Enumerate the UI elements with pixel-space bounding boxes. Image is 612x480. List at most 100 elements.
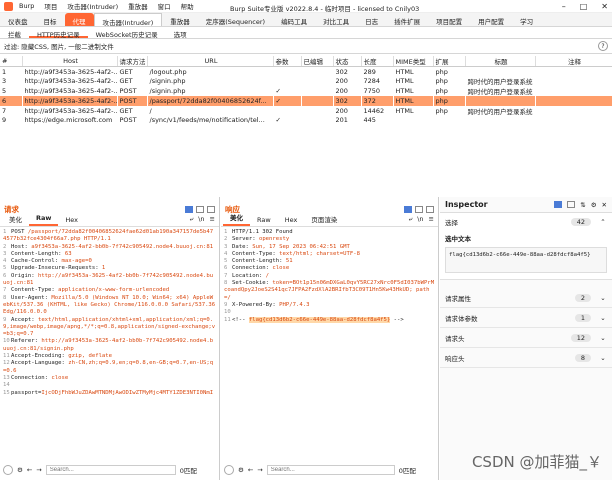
cell-edited [301,67,333,77]
col-mime[interactable]: MIME类型 [393,56,434,67]
col-title[interactable]: 标题 [465,56,536,67]
tab-extensions[interactable]: 插件扩展 [386,13,428,26]
settings-icon[interactable]: ⚙ [17,466,23,474]
selected-text-value[interactable]: flag{cd13d6b2-c66e-449e-88aa-d28fdcf8a4f… [445,247,607,273]
table-row[interactable]: 3 http://a9f3453a-3625-4af2-... GET/signin… [0,76,612,86]
tab-logger[interactable]: 日志 [357,13,386,26]
table-row[interactable]: 1 http://a9f3453a-3625-4af2-... GET/logout… [0,67,612,77]
cell-length: 7750 [363,87,381,96]
response-tab-hex[interactable]: Hex [278,216,305,226]
horizontal-view-icon[interactable] [196,205,204,213]
menu-intruder[interactable]: 攻击器(Intruder) [67,1,118,11]
col-length[interactable]: 长度 [361,56,394,67]
forward-arrow-icon[interactable]: → [257,466,262,474]
response-tab-render[interactable]: 页面渲染 [304,214,344,226]
table-row[interactable]: 5 http://a9f3453a-3625-4af2-... POST/signi… [0,86,612,96]
maximize-icon[interactable]: □ [580,2,588,11]
minimize-icon[interactable]: – [562,2,566,11]
inspector-request-headers[interactable]: 请求头 12 ⌄ [440,328,612,348]
col-method[interactable]: 请求方法 [117,56,148,67]
help-icon[interactable] [3,465,13,475]
inspector-request-attributes[interactable]: 请求属性 2 ⌄ [440,288,612,308]
table-row[interactable]: 6 http://a9f3453a-3625-4af2-... POST/passp… [0,96,612,106]
menu-repeater[interactable]: 重放器 [128,1,148,11]
selection-label[interactable]: 选择 [445,217,458,227]
layout-alt-icon[interactable] [567,200,576,208]
line-number: 11 [3,353,10,360]
menu-window[interactable]: 窗口 [158,1,171,11]
col-url[interactable]: URL [147,56,274,67]
chevron-up-icon[interactable]: ⌃ [599,218,607,226]
col-status[interactable]: 状态 [333,56,362,67]
menu-burp[interactable]: Burp [19,2,34,10]
horizontal-view-icon[interactable] [415,205,423,213]
tab-sequencer[interactable]: 定序器(Sequencer) [198,13,273,26]
table-row[interactable]: 9 https://edge.microsoft.com POST/sync/v1/… [0,116,612,126]
tab-intruder[interactable]: 攻击器(Intruder) [93,13,163,27]
tab-user-options[interactable]: 用户配置 [470,13,512,26]
wrap-icon[interactable]: ⤶ [190,215,194,224]
back-arrow-icon[interactable]: ← [27,466,32,474]
response-tab-pretty[interactable]: 美化 [223,212,250,226]
tab-decoder[interactable]: 编码工具 [273,13,315,26]
cell-host: http://a9f3453a-3625-4af2-... [22,96,117,106]
request-editor[interactable]: 1 POST /passport/72dda82f00406852624fae62… [0,227,219,463]
more-menu-icon[interactable]: ≡ [210,215,215,224]
table-row[interactable]: 7 http://a9f3453a-3625-4af2-... GET / 200 144… [0,106,612,116]
single-view-icon[interactable] [207,205,215,213]
split-view-icon[interactable] [185,205,193,213]
tab-proxy[interactable]: 代理 [64,13,94,26]
filter-icon[interactable]: ⇅ [580,201,585,209]
single-view-icon[interactable] [426,205,434,213]
tab-dashboard[interactable]: 仪表盘 [0,13,36,26]
col-comment[interactable]: 注释 [535,56,612,67]
response-tab-raw[interactable]: Raw [250,216,278,226]
filter-text[interactable]: 过滤: 隐藏CSS, 图片, 一般二进制文件 [4,41,114,51]
tab-http-history[interactable]: HTTP历史记录 [29,27,88,39]
request-tab-hex[interactable]: Hex [58,216,85,226]
newline-icon[interactable]: \n [417,215,423,224]
forward-arrow-icon[interactable]: → [36,466,41,474]
split-view-icon[interactable] [404,205,412,213]
settings-icon[interactable]: ⚙ [238,466,244,474]
inspector-request-body-params[interactable]: 请求体参数 1 ⌄ [440,308,612,328]
tab-target[interactable]: 目标 [36,13,65,26]
menu-project[interactable]: 项目 [44,1,57,11]
request-search-input[interactable] [45,465,176,475]
close-icon[interactable]: ✕ [602,201,607,209]
tab-options[interactable]: 选项 [166,27,195,39]
menu-help[interactable]: 帮助 [181,1,194,11]
close-icon[interactable]: ✕ [601,2,608,11]
tab-repeater[interactable]: 重放器 [162,13,198,26]
col-params[interactable]: 参数 [273,56,302,67]
cell-ext: php [435,77,448,86]
wrap-icon[interactable]: ⤶ [409,215,413,224]
chevron-down-icon[interactable]: ⌄ [599,294,607,302]
response-editor[interactable]: 1 HTTP/1.1 302 Found 2 Server: openresty 3 Da… [221,227,438,463]
tab-websocket-history[interactable]: WebSocket历史记录 [88,27,166,39]
more-menu-icon[interactable]: ≡ [429,215,434,224]
help-icon[interactable]: ? [598,41,608,51]
tab-comparer[interactable]: 对比工具 [315,13,357,26]
tab-learn[interactable]: 学习 [512,13,541,26]
help-icon[interactable] [224,465,234,475]
filter-bar[interactable]: 过滤: 隐藏CSS, 图片, 一般二进制文件 ? [0,39,612,54]
chevron-down-icon[interactable]: ⌄ [599,334,607,342]
chevron-down-icon[interactable]: ⌄ [599,354,607,362]
settings-icon[interactable]: ⚙ [591,201,597,209]
newline-icon[interactable]: \n [198,215,204,224]
inspector-response-headers[interactable]: 响应头 8 ⌄ [440,348,612,368]
col-number[interactable]: # [0,56,23,67]
chevron-down-icon[interactable]: ⌄ [599,314,607,322]
request-tab-raw[interactable]: Raw [29,214,59,226]
tab-project-options[interactable]: 项目配置 [428,13,470,26]
layout-icon[interactable] [554,200,563,208]
col-edited[interactable]: 已编辑 [301,56,334,67]
back-arrow-icon[interactable]: ← [248,466,253,474]
cell-ext: php [435,67,448,76]
response-search-input[interactable] [266,465,395,475]
tab-intercept[interactable]: 拦截 [0,27,29,39]
request-tab-pretty[interactable]: 美化 [2,214,29,226]
col-host[interactable]: Host [22,56,118,67]
col-extension[interactable]: 扩展 [433,56,466,67]
